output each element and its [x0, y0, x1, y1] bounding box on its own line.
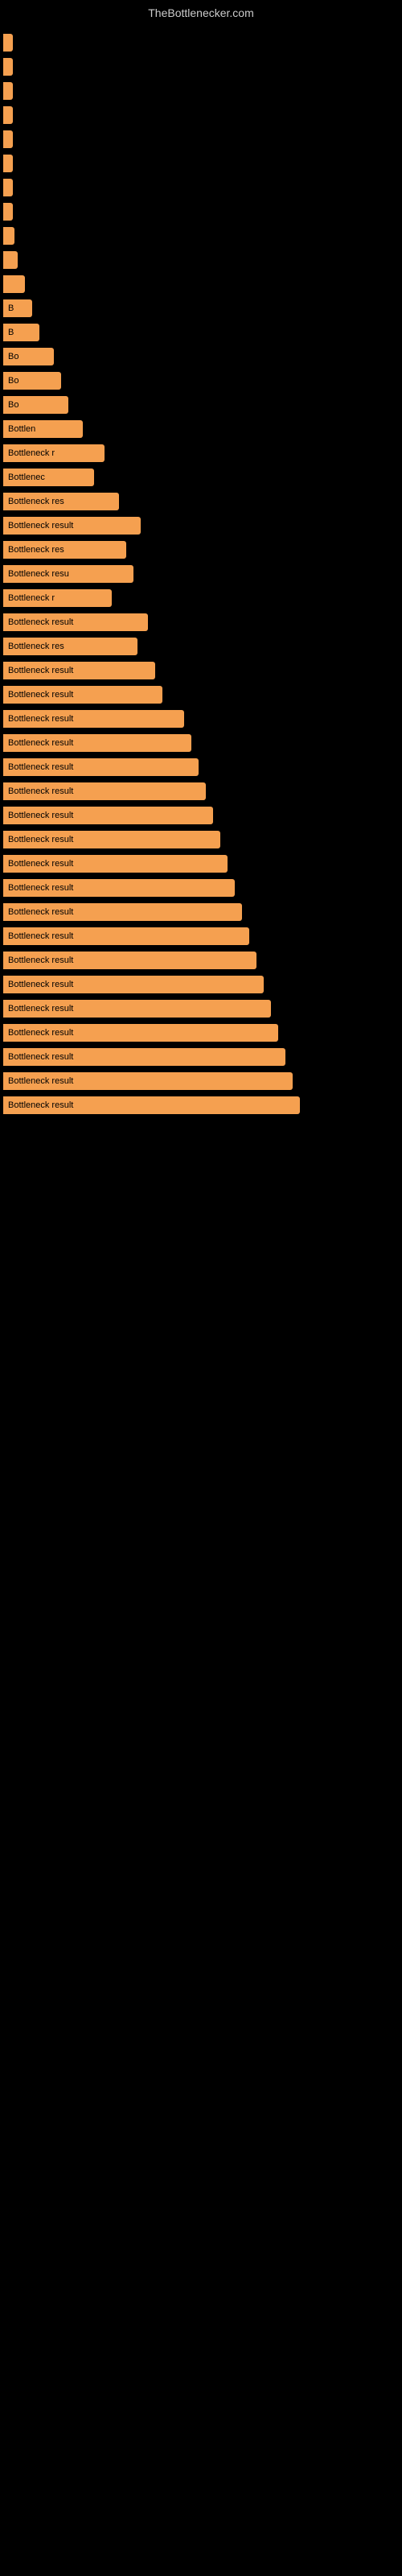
- bar-row: [0, 127, 402, 151]
- bar-row: Bottleneck result: [0, 924, 402, 948]
- bar-label: Bottleneck result: [3, 879, 235, 897]
- bar-label: Bo: [3, 348, 54, 365]
- bar-row: [0, 79, 402, 103]
- bar-row: Bottleneck result: [0, 1021, 402, 1045]
- bar-label: Bottleneck result: [3, 734, 191, 752]
- bar-label: [3, 203, 13, 221]
- bar-row: Bottleneck result: [0, 972, 402, 997]
- bar-row: Bo: [0, 345, 402, 369]
- bar-label: Bottleneck result: [3, 1048, 285, 1066]
- bar-row: Bottleneck result: [0, 828, 402, 852]
- bar-row: Bottleneck result: [0, 1093, 402, 1117]
- bar-row: [0, 103, 402, 127]
- bar-label: Bottleneck result: [3, 782, 206, 800]
- bar-label: Bottleneck result: [3, 758, 199, 776]
- bar-label: Bottleneck result: [3, 1024, 278, 1042]
- bar-label: Bottleneck res: [3, 493, 119, 510]
- bar-label: [3, 251, 18, 269]
- bar-row: Bottleneck res: [0, 489, 402, 514]
- bar-label: Bottleneck result: [3, 1096, 300, 1114]
- bar-label: Bottleneck result: [3, 807, 213, 824]
- bar-row: Bottlen: [0, 417, 402, 441]
- bar-label: Bottleneck result: [3, 976, 264, 993]
- bar-row: [0, 272, 402, 296]
- bar-label: Bottleneck result: [3, 831, 220, 848]
- bar-label: Bottlen: [3, 420, 83, 438]
- bar-label: [3, 82, 13, 100]
- bar-row: [0, 248, 402, 272]
- bar-label: Bottleneck result: [3, 1072, 293, 1090]
- bar-label: B: [3, 299, 32, 317]
- bar-row: Bottleneck r: [0, 586, 402, 610]
- site-title: TheBottlenecker.com: [0, 0, 402, 23]
- bar-row: [0, 200, 402, 224]
- bar-label: [3, 34, 13, 52]
- bar-label: Bottleneck result: [3, 686, 162, 704]
- bar-row: Bottleneck result: [0, 852, 402, 876]
- bar-row: Bottleneck result: [0, 900, 402, 924]
- bar-row: [0, 55, 402, 79]
- bar-label: Bottleneck result: [3, 662, 155, 679]
- bar-row: Bottleneck result: [0, 610, 402, 634]
- bar-row: Bottleneck res: [0, 634, 402, 658]
- bar-label: [3, 179, 13, 196]
- bar-row: Bo: [0, 369, 402, 393]
- bar-row: [0, 151, 402, 175]
- bar-label: [3, 130, 13, 148]
- bar-row: Bottleneck result: [0, 514, 402, 538]
- bar-row: Bottleneck result: [0, 948, 402, 972]
- bar-label: Bottleneck result: [3, 517, 141, 535]
- bar-label: Bottleneck res: [3, 541, 126, 559]
- bar-label: Bottlenec: [3, 469, 94, 486]
- bar-label: [3, 106, 13, 124]
- bar-label: Bottleneck result: [3, 613, 148, 631]
- chart-area: BB Bo Bo Bo Bottlen Bottleneck r Bottlenec Bott…: [0, 23, 402, 1117]
- bar-label: Bottleneck r: [3, 589, 112, 607]
- bar-row: [0, 31, 402, 55]
- bar-row: Bottleneck result: [0, 1045, 402, 1069]
- bar-row: Bottleneck result: [0, 779, 402, 803]
- bar-row: Bottleneck result: [0, 658, 402, 683]
- bar-row: Bottleneck result: [0, 997, 402, 1021]
- bar-row: Bottleneck result: [0, 1069, 402, 1093]
- bar-row: Bottleneck r: [0, 441, 402, 465]
- bar-row: B: [0, 296, 402, 320]
- bar-row: Bottleneck result: [0, 876, 402, 900]
- bar-row: Bottleneck result: [0, 803, 402, 828]
- bar-row: Bottlenec: [0, 465, 402, 489]
- bar-row: Bottleneck result: [0, 683, 402, 707]
- bar-label: [3, 227, 14, 245]
- bar-label: Bottleneck result: [3, 855, 228, 873]
- bar-label: Bo: [3, 396, 68, 414]
- bar-label: Bottleneck result: [3, 927, 249, 945]
- bar-label: Bottleneck result: [3, 903, 242, 921]
- bar-row: [0, 175, 402, 200]
- bar-label: Bottleneck result: [3, 1000, 271, 1018]
- bar-label: B: [3, 324, 39, 341]
- bar-row: Bottleneck result: [0, 755, 402, 779]
- bar-label: Bottleneck res: [3, 638, 137, 655]
- bar-row: B: [0, 320, 402, 345]
- bar-row: Bottleneck result: [0, 707, 402, 731]
- bar-label: Bottleneck resu: [3, 565, 133, 583]
- bar-row: Bottleneck result: [0, 731, 402, 755]
- bar-label: Bottleneck r: [3, 444, 105, 462]
- bar-label: [3, 275, 25, 293]
- bar-row: Bottleneck resu: [0, 562, 402, 586]
- bar-label: Bo: [3, 372, 61, 390]
- bar-label: [3, 58, 13, 76]
- bar-row: Bottleneck res: [0, 538, 402, 562]
- bar-row: [0, 224, 402, 248]
- bar-row: Bo: [0, 393, 402, 417]
- bar-label: [3, 155, 13, 172]
- bar-label: Bottleneck result: [3, 710, 184, 728]
- bar-label: Bottleneck result: [3, 952, 256, 969]
